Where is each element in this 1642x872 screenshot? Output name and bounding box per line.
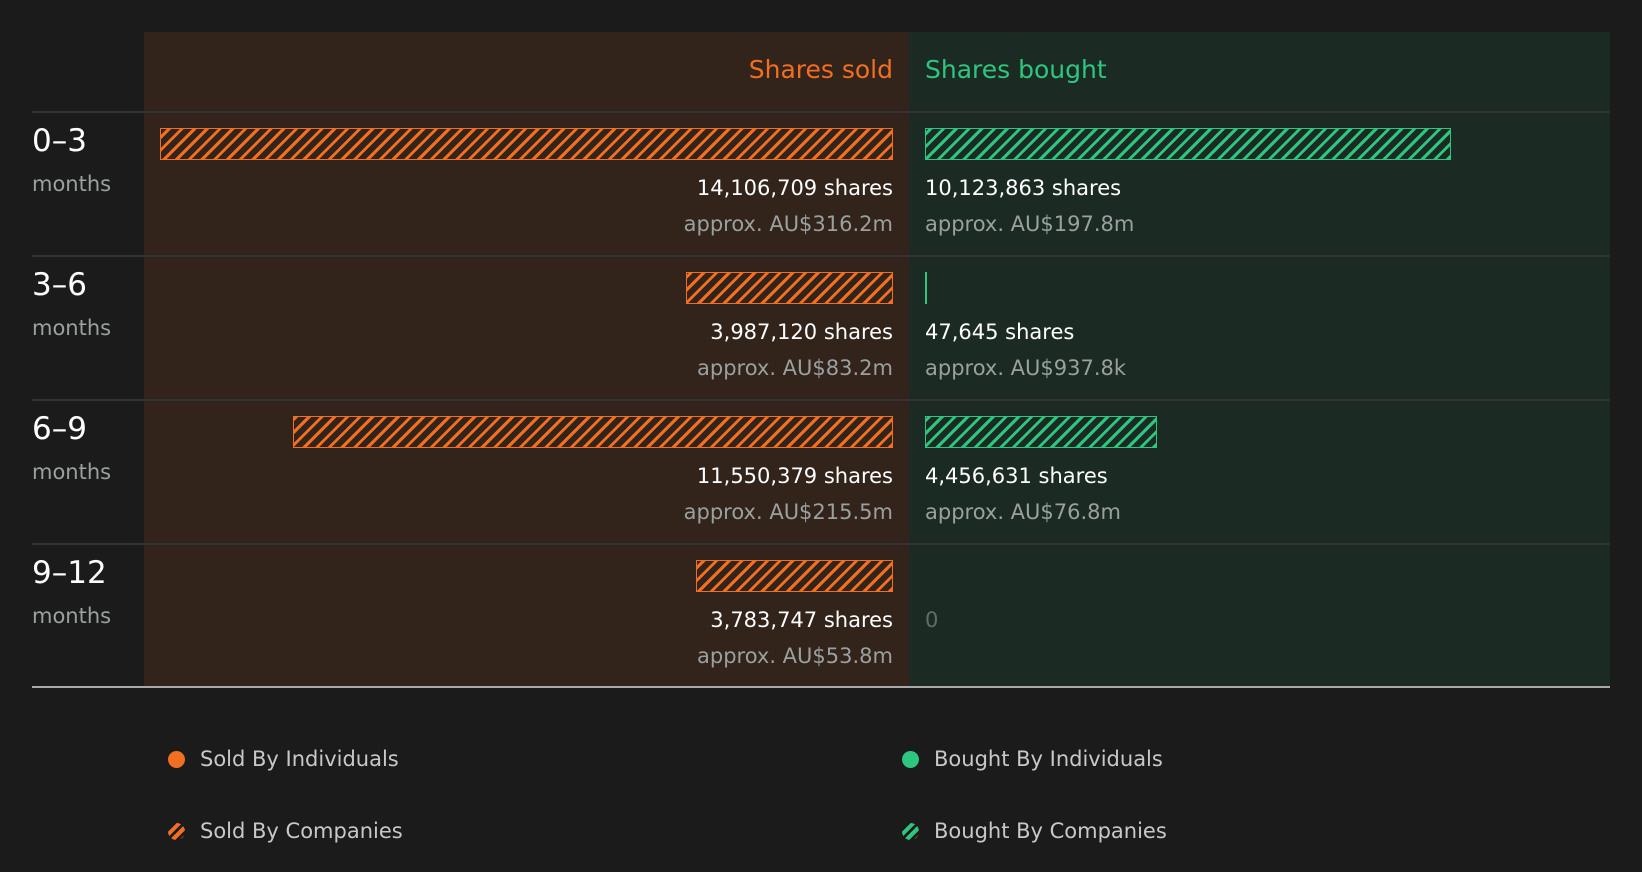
sold-bar <box>696 560 893 592</box>
row-separator <box>32 543 1610 545</box>
sold-individuals-dot-icon <box>168 750 185 768</box>
sold-bar <box>685 272 893 304</box>
period-unit: months <box>32 172 112 196</box>
sold-value-label: approx. AU$215.5m <box>683 500 893 524</box>
sold-companies-hatched-dot-icon <box>168 822 185 840</box>
period-label: 3–6 <box>32 267 87 303</box>
period-label: 0–3 <box>32 123 87 159</box>
row-separator <box>32 399 1610 401</box>
insider-trading-chart: Shares sold Shares bought 0–3 months 14,10… <box>0 0 1642 700</box>
bought-value-label: approx. AU$197.8m <box>925 212 1135 236</box>
sold-value-label: approx. AU$316.2m <box>683 212 893 236</box>
bought-shares-label: 10,123,863 shares <box>925 176 1122 200</box>
legend-item-sold-companies[interactable]: Sold By Companies <box>168 819 403 843</box>
legend-label: Bought By Individuals <box>934 747 1163 771</box>
bought-value-label: approx. AU$937.8k <box>925 356 1127 380</box>
bought-bar <box>925 416 1157 448</box>
legend: Sold By Individuals Bought By Individual… <box>0 700 1642 872</box>
sold-bar <box>160 128 893 160</box>
chart-baseline <box>32 686 1610 688</box>
bought-bar <box>925 272 928 304</box>
row-separator <box>32 111 1610 113</box>
bought-individuals-dot-icon <box>902 750 919 768</box>
legend-item-sold-individuals[interactable]: Sold By Individuals <box>168 747 399 771</box>
bought-value-label: approx. AU$76.8m <box>925 500 1121 524</box>
sold-shares-label: 11,550,379 shares <box>696 464 893 488</box>
sold-value-label: approx. AU$83.2m <box>697 356 893 380</box>
period-unit: months <box>32 460 112 484</box>
bought-shares-label: 0 <box>925 608 939 632</box>
legend-label: Sold By Individuals <box>200 747 399 771</box>
sold-shares-label: 3,987,120 shares <box>710 320 893 344</box>
legend-item-bought-companies[interactable]: Bought By Companies <box>902 819 1167 843</box>
sold-shares-label: 3,783,747 shares <box>710 608 893 632</box>
bought-shares-label: 4,456,631 shares <box>925 464 1108 488</box>
bought-shares-label: 47,645 shares <box>925 320 1075 344</box>
legend-label: Sold By Companies <box>200 819 403 843</box>
sold-bar <box>292 416 893 448</box>
shares-sold-header: Shares sold <box>748 55 893 84</box>
period-unit: months <box>32 604 112 628</box>
shares-bought-header: Shares bought <box>925 55 1107 84</box>
period-label: 6–9 <box>32 411 87 447</box>
legend-item-bought-individuals[interactable]: Bought By Individuals <box>902 747 1163 771</box>
sold-shares-label: 14,106,709 shares <box>696 176 893 200</box>
legend-label: Bought By Companies <box>934 819 1167 843</box>
bought-bar <box>925 128 1452 160</box>
period-label: 9–12 <box>32 555 107 591</box>
period-unit: months <box>32 316 112 340</box>
sold-value-label: approx. AU$53.8m <box>697 644 893 668</box>
row-separator <box>32 255 1610 257</box>
bought-companies-hatched-dot-icon <box>902 822 919 840</box>
